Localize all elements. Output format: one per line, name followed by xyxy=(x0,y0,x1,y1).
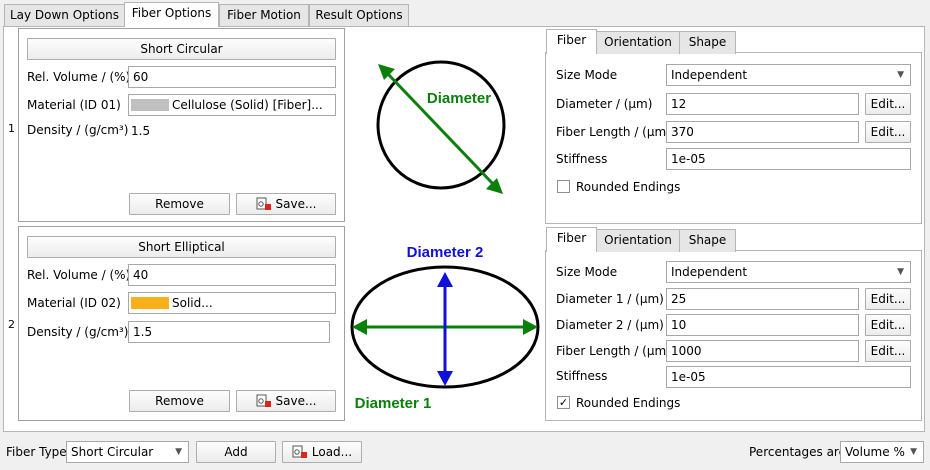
diameter-label-1: Diameter / (µm) xyxy=(556,97,653,111)
size-mode-value-2: Independent xyxy=(671,265,748,279)
size-mode-label-2: Size Mode xyxy=(556,265,618,279)
tab-fiber-motion[interactable]: Fiber Motion xyxy=(219,4,309,26)
rel-volume-label-1: Rel. Volume / (%) xyxy=(27,70,131,84)
subtab-fiber-1[interactable]: Fiber xyxy=(546,29,597,54)
density-input-2[interactable]: 1.5 xyxy=(128,321,330,343)
rounded-endings-label-1: Rounded Endings xyxy=(576,180,681,194)
fiber-type-select[interactable]: Short Circular ▼ xyxy=(66,441,189,463)
chevron-down-icon: ▼ xyxy=(175,447,182,457)
tab-result-options[interactable]: Result Options xyxy=(309,4,409,26)
rounded-endings-label-2: Rounded Endings xyxy=(576,396,681,410)
diameter-2-label: Diameter 2 xyxy=(407,244,484,261)
material-label-2: Material (ID 02) xyxy=(27,296,121,310)
rounded-endings-checkbox-2[interactable]: ✓ xyxy=(557,396,570,409)
material-color-swatch-1 xyxy=(131,99,169,111)
fiber-type-value: Short Circular xyxy=(71,445,154,459)
tab-lay-down-options[interactable]: Lay Down Options xyxy=(4,4,125,26)
stiffness-input-2[interactable]: 1e-05 xyxy=(666,366,911,388)
size-mode-select-1[interactable]: Independent ▼ xyxy=(666,64,911,86)
fiber-length-edit-button-2[interactable]: Edit... xyxy=(865,340,911,362)
tab-fiber-options[interactable]: Fiber Options xyxy=(124,2,219,27)
save-label-1: Save... xyxy=(275,197,317,211)
load-icon xyxy=(292,445,308,459)
diameter-input-1[interactable]: 12 xyxy=(666,93,859,115)
fiber-type-button-1[interactable]: Short Circular xyxy=(27,38,336,60)
diameter-label: Diameter xyxy=(427,90,491,107)
load-label: Load... xyxy=(311,445,353,459)
circular-fiber-diagram: Diameter xyxy=(376,60,506,194)
material-label-1: Material (ID 01) xyxy=(27,98,121,112)
subtab-orientation-1[interactable]: Orientation xyxy=(596,31,680,54)
save-button-1[interactable]: Save... xyxy=(236,193,336,215)
rel-volume-input-1[interactable]: 60 xyxy=(128,66,336,88)
chevron-down-icon: ▼ xyxy=(897,70,904,80)
row-index: 1 xyxy=(8,122,15,135)
save-icon xyxy=(256,197,272,211)
fiber-length-edit-button-1[interactable]: Edit... xyxy=(865,121,911,143)
row-index: 2 xyxy=(8,318,15,331)
fiber-length-label-2: Fiber Length / (µm) xyxy=(556,344,671,358)
fiber-length-input-2[interactable]: 1000 xyxy=(666,340,859,362)
stiffness-label-2: Stiffness xyxy=(556,369,608,383)
fiber-length-label-1: Fiber Length / (µm) xyxy=(556,125,671,139)
diameter-1-input-2[interactable]: 25 xyxy=(666,288,859,310)
fiber-length-input-1[interactable]: 370 xyxy=(666,121,859,143)
percentages-value: Volume % xyxy=(845,445,905,459)
density-value-1: 1.5 xyxy=(131,124,151,138)
fiber-type-button-2[interactable]: Short Elliptical xyxy=(27,236,336,258)
rel-volume-label-2: Rel. Volume / (%) xyxy=(27,268,131,282)
percentages-label: Percentages are xyxy=(749,445,846,459)
density-label-2: Density / (g/cm³) xyxy=(27,325,129,339)
rel-volume-input-2[interactable]: 40 xyxy=(128,264,336,286)
stiffness-label-1: Stiffness xyxy=(556,152,608,166)
diameter-1-label-2: Diameter 1 / (µm) xyxy=(556,292,664,306)
check-icon: ✓ xyxy=(558,396,569,409)
size-mode-label-1: Size Mode xyxy=(556,68,618,82)
diameter-edit-button-1[interactable]: Edit... xyxy=(865,93,911,115)
remove-button-1[interactable]: Remove xyxy=(129,193,230,215)
load-button[interactable]: Load... xyxy=(282,441,362,463)
density-label-1: Density / (g/cm³) xyxy=(27,123,129,137)
diameter-2-label-2: Diameter 2 / (µm) xyxy=(556,318,664,332)
diameter-2-input-2[interactable]: 10 xyxy=(666,314,859,336)
size-mode-select-2[interactable]: Independent ▼ xyxy=(666,261,911,283)
subtab-shape-2[interactable]: Shape xyxy=(679,229,736,252)
size-mode-value-1: Independent xyxy=(671,68,748,82)
stiffness-input-1[interactable]: 1e-05 xyxy=(666,148,911,170)
remove-button-2[interactable]: Remove xyxy=(129,390,230,412)
elliptical-fiber-diagram: Diameter 2 Diameter 1 xyxy=(350,244,540,412)
subtab-orientation-2[interactable]: Orientation xyxy=(596,229,680,252)
subtab-fiber-2[interactable]: Fiber xyxy=(546,227,597,252)
subtab-shape-1[interactable]: Shape xyxy=(679,31,736,54)
diameter-1-edit-button-2[interactable]: Edit... xyxy=(865,288,911,310)
percentages-select[interactable]: Volume % ▼ xyxy=(840,441,924,463)
save-icon xyxy=(256,394,272,408)
chevron-down-icon: ▼ xyxy=(910,447,917,457)
material-color-swatch-2 xyxy=(131,297,169,309)
rounded-endings-checkbox-1[interactable] xyxy=(557,180,570,193)
chevron-down-icon: ▼ xyxy=(897,267,904,277)
save-label-2: Save... xyxy=(275,394,317,408)
add-button[interactable]: Add xyxy=(196,441,276,463)
diameter-2-edit-button-2[interactable]: Edit... xyxy=(865,314,911,336)
diameter-1-label: Diameter 1 xyxy=(355,395,432,412)
save-button-2[interactable]: Save... xyxy=(236,390,336,412)
fiber-type-label: Fiber Type xyxy=(6,445,67,459)
